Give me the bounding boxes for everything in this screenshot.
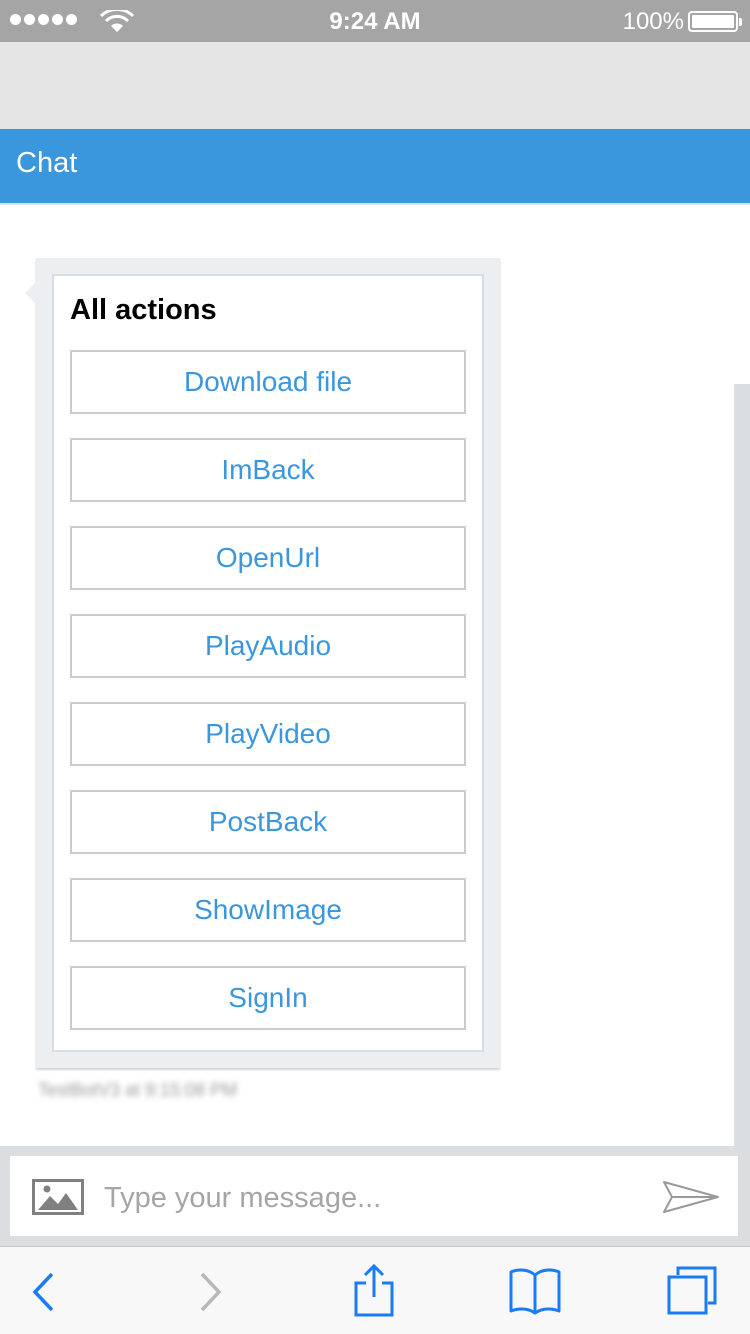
- imback-button[interactable]: ImBack: [70, 438, 466, 502]
- chat-scrollbar[interactable]: [734, 384, 750, 1146]
- chat-header: Chat: [0, 129, 750, 205]
- chat-title: Chat: [16, 147, 78, 179]
- forward-icon[interactable]: [198, 1271, 224, 1313]
- signin-button[interactable]: SignIn: [70, 966, 466, 1030]
- showimage-button[interactable]: ShowImage: [70, 878, 466, 942]
- back-icon[interactable]: [30, 1271, 56, 1313]
- status-bar: 9:24 AM 100%: [0, 0, 750, 42]
- share-icon[interactable]: [352, 1263, 396, 1317]
- image-upload-icon[interactable]: [32, 1179, 84, 1215]
- openurl-button[interactable]: OpenUrl: [70, 526, 466, 590]
- message-timestamp: TestBotV3 at 9:15:08 PM: [38, 1080, 238, 1100]
- card-title: All actions: [70, 294, 217, 326]
- battery-percent: 100%: [622, 8, 684, 35]
- send-icon[interactable]: [662, 1178, 720, 1216]
- browser-toolbar: [0, 1246, 750, 1334]
- postback-button[interactable]: PostBack: [70, 790, 466, 854]
- message-input[interactable]: [104, 1170, 644, 1226]
- bubble-tail: [25, 282, 36, 304]
- bookmarks-icon[interactable]: [508, 1267, 562, 1315]
- playaudio-button[interactable]: PlayAudio: [70, 614, 466, 678]
- playvideo-button[interactable]: PlayVideo: [70, 702, 466, 766]
- tabs-icon[interactable]: [666, 1265, 718, 1315]
- browser-address-area: [0, 42, 750, 129]
- battery-icon: [688, 11, 742, 32]
- download-file-button[interactable]: Download file: [70, 350, 466, 414]
